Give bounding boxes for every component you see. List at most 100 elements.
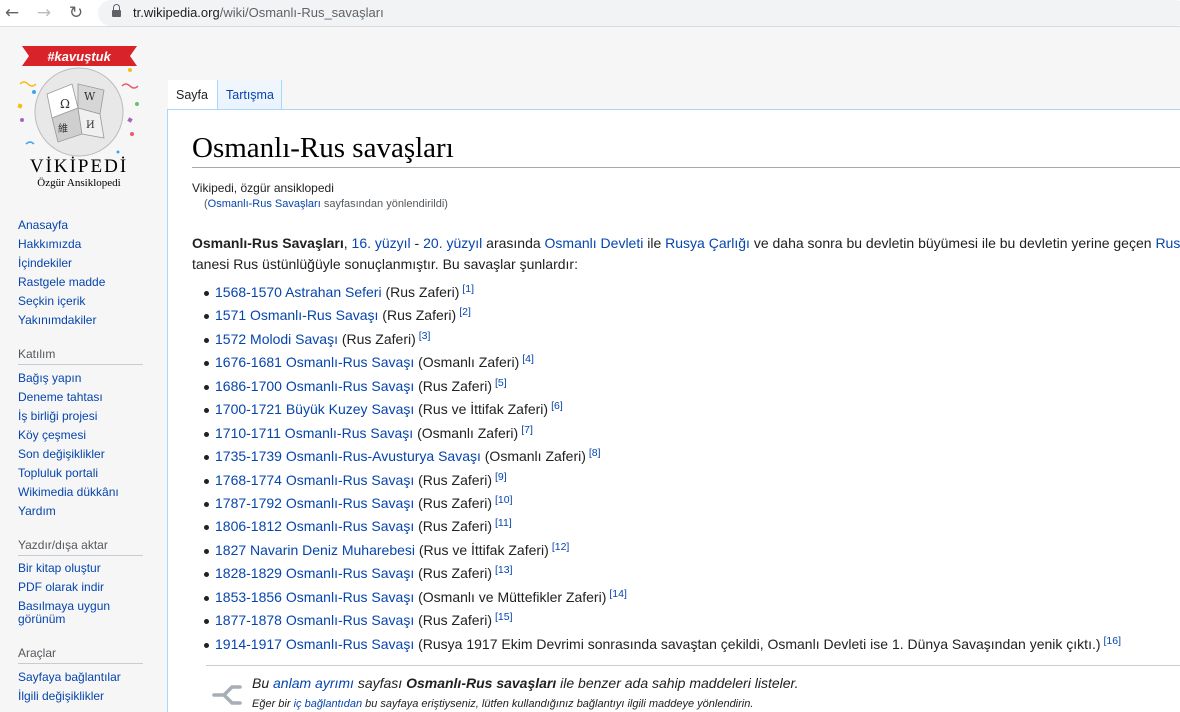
article-content: Osmanlı-Rus savaşları Vikipedi, özgür an…: [167, 109, 1180, 712]
link-16-yuzyil[interactable]: 16. yüzyıl: [352, 235, 411, 251]
war-result: (Osmanlı Zaferi): [413, 424, 519, 441]
intro-paragraph: Osmanlı-Rus Savaşları, 16. yüzyıl - 20. …: [192, 235, 1180, 272]
war-result: (Rus Zaferi): [414, 494, 493, 511]
war-link[interactable]: 1877-1878 Osmanlı-Rus Savaşı: [215, 612, 414, 628]
sidebar-item-basilmaya-uygun-2[interactable]: görünüm: [18, 612, 65, 626]
sidebar-item-rastgele-madde[interactable]: Rastgele madde: [18, 275, 105, 289]
war-link[interactable]: 1700-1721 Büyük Kuzey Savaşı: [215, 401, 414, 417]
reference-link[interactable]: [1]: [462, 283, 474, 295]
war-link[interactable]: 1787-1792 Osmanlı-Rus Savaşı: [215, 495, 414, 511]
sidebar-heading-araclar[interactable]: Araçlar: [18, 646, 56, 660]
svg-text:維: 維: [58, 122, 68, 135]
tab-tartisma[interactable]: Tartışma: [218, 80, 282, 110]
reference-link[interactable]: [11]: [495, 517, 512, 529]
sidebar-item-topluluk-portali[interactable]: Topluluk portali: [18, 466, 98, 480]
disambiguation-note: Bu anlam ayrımı sayfası Osmanlı-Rus sava…: [252, 675, 799, 691]
war-link[interactable]: 1806-1812 Osmanlı-Rus Savaşı: [215, 518, 414, 534]
sidebar-item-anasayfa[interactable]: Anasayfa: [18, 218, 68, 232]
war-link[interactable]: 1853-1856 Osmanlı-Rus Savaşı: [215, 589, 414, 605]
sidebar-item-wikimedia-dukkani[interactable]: Wikimedia dükkânı: [18, 485, 119, 499]
reference-link[interactable]: [6]: [551, 400, 563, 412]
war-link[interactable]: 1686-1700 Osmanlı-Rus Savaşı: [215, 378, 414, 394]
link-20-yuzyil[interactable]: 20. yüzyıl: [423, 235, 482, 251]
list-item: 1568-1570 Astrahan Seferi (Rus Zaferi) [1…: [203, 282, 1121, 305]
war-link[interactable]: 1571 Osmanlı-Rus Savaşı: [215, 307, 378, 323]
forward-arrow-icon[interactable]: →: [34, 2, 54, 24]
title-divider: [192, 167, 1180, 168]
reference-link[interactable]: [7]: [521, 424, 533, 436]
reference-link[interactable]: [12]: [552, 541, 570, 553]
reload-icon[interactable]: ↻: [66, 2, 86, 24]
war-link[interactable]: 1568-1570 Astrahan Seferi: [215, 284, 382, 300]
war-link[interactable]: 1827 Navarin Deniz Muharebesi: [215, 542, 415, 558]
reference-link[interactable]: [9]: [495, 471, 507, 483]
tab-sayfa[interactable]: Sayfa: [168, 80, 218, 110]
sidebar-item-pdf-indir[interactable]: PDF olarak indir: [18, 580, 104, 594]
link-rusya-carligi[interactable]: Rusya Çarlığı: [665, 235, 750, 251]
war-result: (Osmanlı Zaferi): [414, 354, 520, 371]
link-ic-baglantidan[interactable]: iç bağlantıdan: [294, 698, 363, 710]
svg-text:W: W: [84, 90, 96, 103]
war-result: (Rus Zaferi): [381, 284, 460, 300]
sidebar-item-deneme-tahtasi[interactable]: Deneme tahtası: [18, 390, 103, 404]
svg-text:Özgür Ansiklopedi: Özgür Ansiklopedi: [37, 177, 120, 189]
link-rus[interactable]: Rus: [1155, 235, 1180, 251]
wikipedia-logo[interactable]: #kavuştuk Ω W 維 И VİKİPEDİ Özgür Ansiklo…: [12, 34, 147, 194]
list-item: 1676-1681 Osmanlı-Rus Savaşı (Osmanlı Za…: [203, 352, 1121, 375]
war-link[interactable]: 1572 Molodi Savaşı: [215, 331, 338, 347]
reference-link[interactable]: [13]: [495, 564, 513, 576]
sidebar-item-yardim[interactable]: Yardım: [18, 504, 56, 518]
back-arrow-icon[interactable]: ←: [2, 2, 22, 24]
war-link[interactable]: 1676-1681 Osmanlı-Rus Savaşı: [215, 354, 414, 370]
reference-link[interactable]: [10]: [495, 494, 513, 506]
sidebar-heading-katilim[interactable]: Katılım: [18, 347, 55, 361]
war-link[interactable]: 1768-1774 Osmanlı-Rus Savaşı: [215, 472, 414, 488]
reference-link[interactable]: [2]: [459, 306, 471, 318]
sidebar-item-son-degisiklikler[interactable]: Son değişiklikler: [18, 447, 105, 461]
sidebar-heading-export[interactable]: Yazdır/dışa aktar: [18, 538, 108, 552]
link-osmanli-devleti[interactable]: Osmanlı Devleti: [545, 235, 644, 251]
sidebar-item-is-birligi[interactable]: İş birliği projesi: [18, 409, 97, 423]
list-item: 1686-1700 Osmanlı-Rus Savaşı (Rus Zaferi…: [203, 376, 1121, 399]
war-result: (Rus Zaferi): [414, 565, 493, 582]
war-result: (Rus Zaferi): [414, 612, 493, 629]
list-item: 1853-1856 Osmanlı-Rus Savaşı (Osmanlı ve…: [203, 587, 1121, 610]
disambiguation-icon: [212, 685, 242, 705]
reference-link[interactable]: [8]: [589, 447, 601, 459]
war-link[interactable]: 1914-1917 Osmanlı-Rus Savaşı: [215, 636, 414, 652]
list-item: 1572 Molodi Savaşı (Rus Zaferi) [3]: [203, 329, 1121, 352]
reference-link[interactable]: [5]: [495, 377, 507, 389]
list-item: 1877-1878 Osmanlı-Rus Savaşı (Rus Zaferi…: [203, 610, 1121, 633]
sidebar-item-hakkimizda[interactable]: Hakkımızda: [18, 237, 81, 251]
war-link[interactable]: 1735-1739 Osmanlı-Rus-Avusturya Savaşı: [215, 448, 481, 464]
address-bar[interactable]: tr.wikipedia.org/wiki/Osmanlı-Rus_savaşl…: [98, 0, 1180, 26]
war-link[interactable]: 1828-1829 Osmanlı-Rus Savaşı: [215, 565, 414, 581]
redirect-source-link[interactable]: Osmanlı-Rus Savaşları: [208, 198, 321, 210]
reference-link[interactable]: [15]: [495, 611, 513, 623]
sidebar-item-seckin-icerik[interactable]: Seçkin içerik: [18, 294, 85, 308]
list-item: 1571 Osmanlı-Rus Savaşı (Rus Zaferi) [2]: [203, 305, 1121, 328]
war-result: (Osmanlı Zaferi): [480, 448, 586, 465]
sidebar-divider: [18, 364, 143, 365]
reference-link[interactable]: [14]: [609, 588, 627, 600]
sidebar-divider: [18, 663, 143, 664]
reference-link[interactable]: [4]: [522, 353, 534, 365]
sidebar-item-bagis[interactable]: Bağış yapın: [18, 371, 81, 385]
sidebar-item-kitap-olustur[interactable]: Bir kitap oluştur: [18, 561, 101, 575]
list-item: 1914-1917 Osmanlı-Rus Savaşı (Rusya 1917…: [203, 634, 1122, 657]
war-link[interactable]: 1710-1711 Osmanlı-Rus Savaşı: [215, 425, 413, 441]
sidebar-item-basilmaya-uygun[interactable]: Basılmaya uygun: [18, 599, 110, 613]
sidebar-item-icindekiler[interactable]: İçindekiler: [18, 256, 72, 270]
sidebar-item-koy-cesmesi[interactable]: Köy çeşmesi: [18, 428, 86, 442]
lock-icon: [112, 4, 121, 17]
reference-link[interactable]: [3]: [419, 330, 431, 342]
sidebar-item-ilgili-degisiklikler[interactable]: İlgili değişiklikler: [18, 689, 104, 703]
link-anlam-ayrimi[interactable]: anlam ayrımı: [273, 675, 354, 691]
list-item: 1827 Navarin Deniz Muharebesi (Rus ve İt…: [203, 540, 1121, 563]
sidebar-item-sayfaya-baglantilar[interactable]: Sayfaya bağlantılar: [18, 670, 121, 684]
reference-link[interactable]: [16]: [1104, 635, 1122, 647]
list-item: 1828-1829 Osmanlı-Rus Savaşı (Rus Zaferi…: [203, 563, 1121, 586]
wars-list: 1568-1570 Astrahan Seferi (Rus Zaferi) [1…: [203, 282, 1122, 657]
svg-text:VİKİPEDİ: VİKİPEDİ: [30, 156, 128, 177]
sidebar-item-yakinimdakiler[interactable]: Yakınımdakiler: [18, 313, 96, 327]
